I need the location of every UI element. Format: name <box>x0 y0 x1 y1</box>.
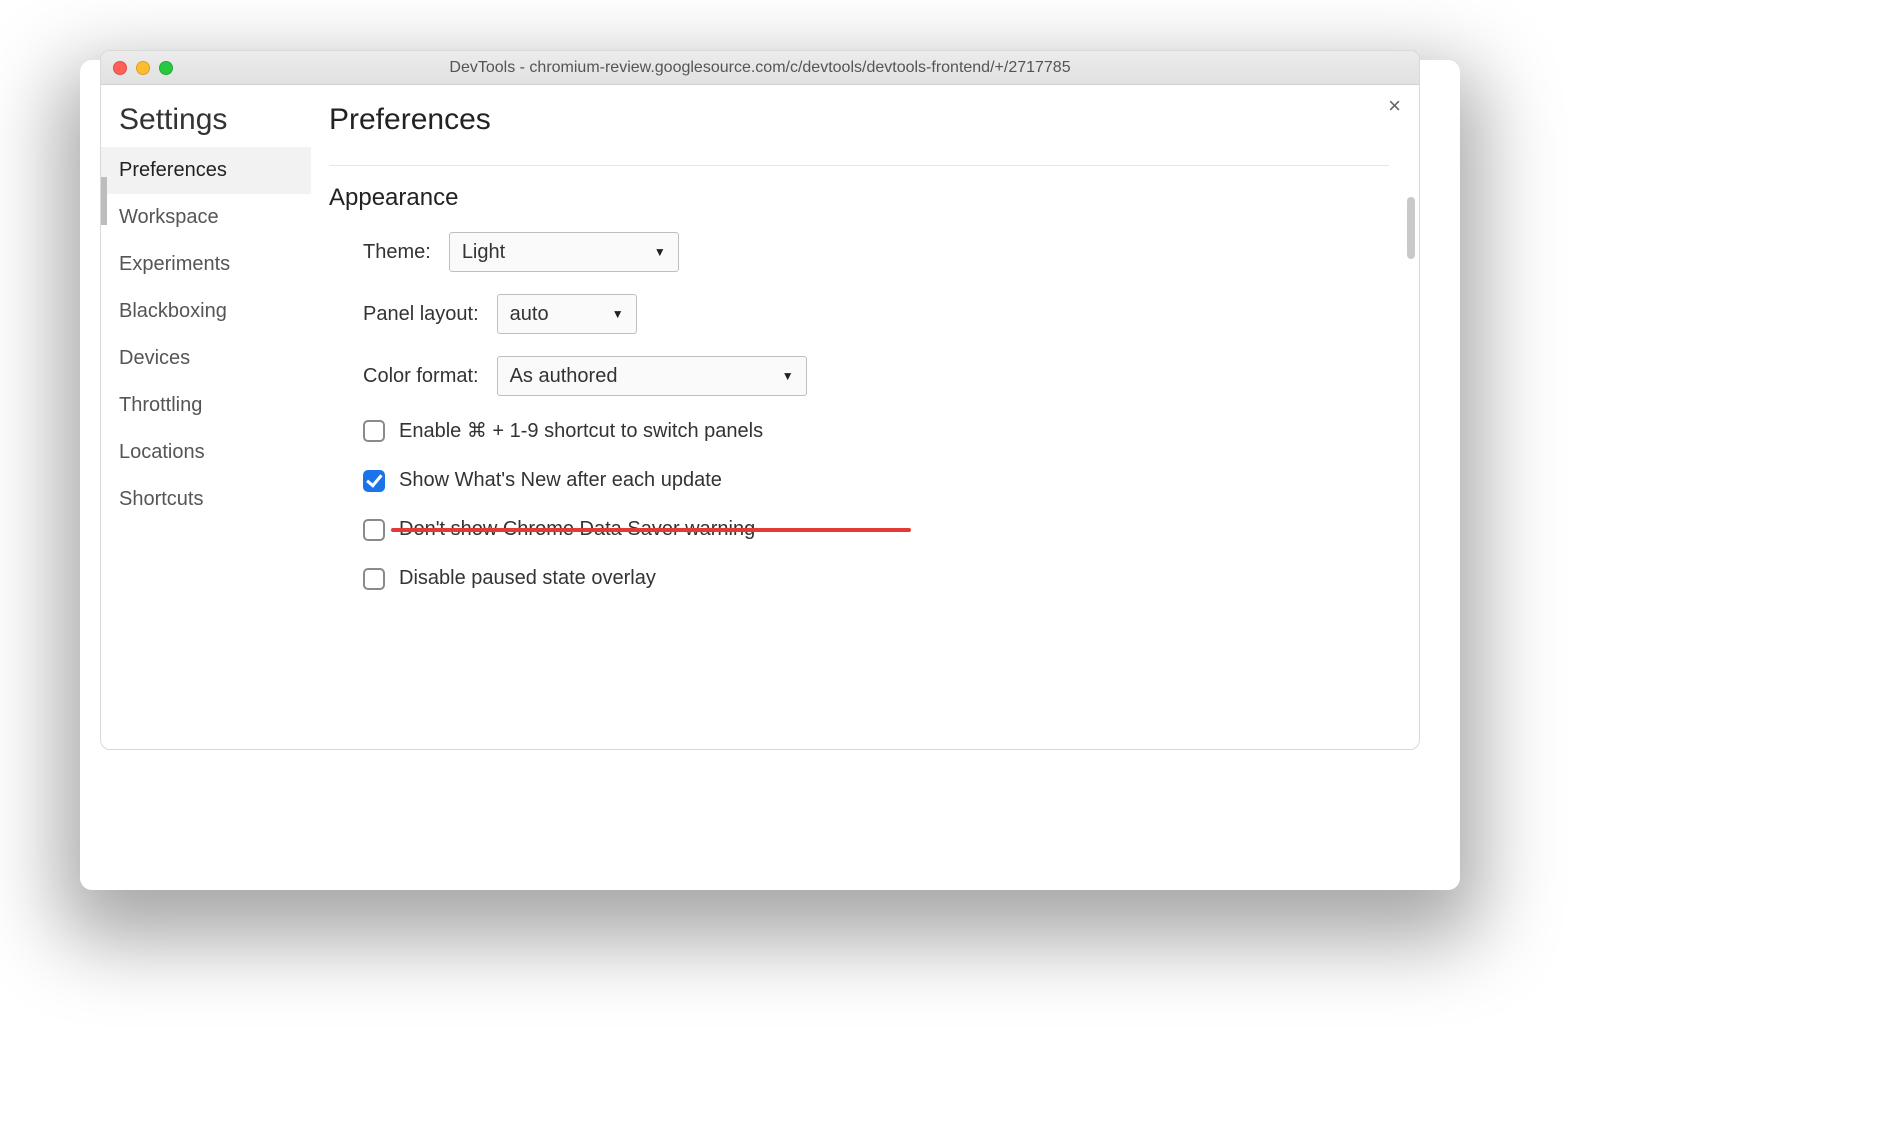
sidebar-item-label: Workspace <box>119 206 219 228</box>
enable-shortcut-checkbox[interactable] <box>363 420 385 442</box>
sidebar-item-label: Experiments <box>119 253 230 275</box>
sidebar-item-preferences[interactable]: Preferences <box>101 147 311 194</box>
devtools-window: DevTools - chromium-review.googlesource.… <box>100 50 1420 750</box>
color-format-select-value: As authored <box>510 365 618 388</box>
divider <box>329 165 1389 166</box>
chevron-down-icon: ▼ <box>612 307 624 321</box>
titlebar: DevTools - chromium-review.googlesource.… <box>101 51 1419 85</box>
chevron-down-icon: ▼ <box>654 245 666 259</box>
sidebar-item-label: Shortcuts <box>119 488 203 510</box>
sidebar-item-locations[interactable]: Locations <box>101 429 311 476</box>
theme-row: Theme: Light ▼ <box>363 232 1389 272</box>
sidebar-item-label: Locations <box>119 441 205 463</box>
window-title: DevTools - chromium-review.googlesource.… <box>101 59 1419 77</box>
minimize-window-button[interactable] <box>136 61 150 75</box>
sidebar-item-throttling[interactable]: Throttling <box>101 382 311 429</box>
scrollbar-thumb[interactable] <box>1407 197 1415 259</box>
theme-select[interactable]: Light ▼ <box>449 232 679 272</box>
data-saver-warning-checkbox[interactable] <box>363 519 385 541</box>
panel-layout-row: Panel layout: auto ▼ <box>363 294 1389 334</box>
window-controls <box>113 61 173 75</box>
sidebar-item-workspace[interactable]: Workspace <box>101 194 311 241</box>
sidebar-active-indicator <box>101 177 107 225</box>
sidebar-item-label: Devices <box>119 347 190 369</box>
maximize-window-button[interactable] <box>159 61 173 75</box>
color-format-label: Color format: <box>363 365 479 388</box>
show-whats-new-row: Show What's New after each update <box>363 469 1389 492</box>
sidebar-item-shortcuts[interactable]: Shortcuts <box>101 476 311 523</box>
theme-label: Theme: <box>363 241 431 264</box>
sidebar-item-blackboxing[interactable]: Blackboxing <box>101 288 311 335</box>
enable-shortcut-label: Enable ⌘ + 1-9 shortcut to switch panels <box>399 418 763 443</box>
panel-layout-select[interactable]: auto ▼ <box>497 294 637 334</box>
sidebar-item-experiments[interactable]: Experiments <box>101 241 311 288</box>
sidebar-heading: Settings <box>101 103 311 147</box>
disable-paused-overlay-checkbox[interactable] <box>363 568 385 590</box>
data-saver-warning-row: Don't show Chrome Data Saver warning <box>363 518 1389 541</box>
disable-paused-overlay-row: Disable paused state overlay <box>363 567 1389 590</box>
show-whats-new-label: Show What's New after each update <box>399 469 722 492</box>
chevron-down-icon: ▼ <box>782 369 794 383</box>
show-whats-new-checkbox[interactable] <box>363 470 385 492</box>
enable-shortcut-row: Enable ⌘ + 1-9 shortcut to switch panels <box>363 418 1389 443</box>
close-icon: × <box>1388 93 1401 118</box>
close-settings-button[interactable]: × <box>1388 95 1401 117</box>
page-title: Preferences <box>329 103 1389 137</box>
disable-paused-overlay-label: Disable paused state overlay <box>399 567 656 590</box>
theme-select-value: Light <box>462 241 505 264</box>
data-saver-warning-label: Don't show Chrome Data Saver warning <box>399 518 755 541</box>
color-format-select[interactable]: As authored ▼ <box>497 356 807 396</box>
sidebar-item-label: Throttling <box>119 394 202 416</box>
panel-layout-label: Panel layout: <box>363 303 479 326</box>
sidebar-item-devices[interactable]: Devices <box>101 335 311 382</box>
settings-main: × Preferences Appearance Theme: Light ▼ … <box>311 85 1419 749</box>
sidebar-item-label: Preferences <box>119 159 227 181</box>
close-window-button[interactable] <box>113 61 127 75</box>
sidebar-item-label: Blackboxing <box>119 300 227 322</box>
panel-layout-select-value: auto <box>510 303 549 326</box>
section-appearance-heading: Appearance <box>329 184 1389 212</box>
color-format-row: Color format: As authored ▼ <box>363 356 1389 396</box>
settings-sidebar: Settings Preferences Workspace Experimen… <box>101 85 311 749</box>
